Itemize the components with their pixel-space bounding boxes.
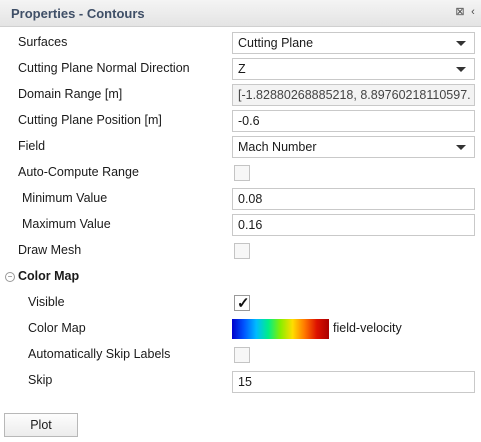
surfaces-label: Surfaces — [18, 35, 68, 49]
skip-labels-checkbox[interactable] — [234, 347, 250, 363]
row-skip-labels: Automatically Skip Labels — [0, 342, 481, 368]
panel-title-bar: Properties - Contours ⊠ ‹ — [0, 0, 481, 27]
skip-labels-label: Automatically Skip Labels — [28, 347, 171, 361]
row-minimum-value: Minimum Value 0.08 — [0, 186, 481, 212]
maximum-value-text: 0.16 — [238, 218, 263, 232]
minimum-value-input[interactable]: 0.08 — [232, 188, 475, 210]
plane-position-value: -0.6 — [238, 114, 260, 128]
draw-mesh-label: Draw Mesh — [18, 243, 82, 257]
maximum-value-input[interactable]: 0.16 — [232, 214, 475, 236]
plane-position-label: Cutting Plane Position [m] — [18, 113, 162, 127]
surfaces-value: Cutting Plane — [238, 36, 314, 50]
skip-label: Skip — [28, 373, 53, 387]
visible-label: Visible — [28, 295, 65, 309]
domain-range-label: Domain Range [m] — [18, 87, 123, 101]
color-map-label: Color Map — [28, 321, 86, 335]
field-dropdown[interactable]: Mach Number — [232, 136, 475, 158]
field-label: Field — [18, 139, 46, 153]
auto-compute-label: Auto-Compute Range — [18, 165, 139, 179]
row-visible: Visible ✓ — [0, 290, 481, 316]
chevron-down-icon — [456, 67, 466, 72]
row-plane-position: Cutting Plane Position [m] -0.6 — [0, 108, 481, 134]
domain-range-field: [-1.82880268885218, 8.89760218110597... — [232, 84, 475, 106]
normal-direction-label: Cutting Plane Normal Direction — [18, 61, 190, 75]
plane-position-input[interactable]: -0.6 — [232, 110, 475, 132]
row-auto-compute: Auto-Compute Range — [0, 160, 481, 186]
normal-direction-value: Z — [238, 62, 246, 76]
field-value: Mach Number — [238, 140, 317, 154]
draw-mesh-checkbox[interactable] — [234, 243, 250, 259]
minimum-value-label: Minimum Value — [22, 191, 108, 205]
collapse-arrow-icon[interactable]: ‹ — [467, 6, 479, 18]
collapse-section-icon[interactable]: − — [5, 272, 15, 282]
maximum-value-label: Maximum Value — [22, 217, 111, 231]
color-map-section-header[interactable]: − Color Map — [0, 264, 481, 290]
row-surfaces: Surfaces Cutting Plane — [0, 30, 481, 56]
minimum-value-text: 0.08 — [238, 192, 263, 206]
chevron-down-icon — [456, 145, 466, 150]
row-skip: Skip 15 — [0, 368, 481, 394]
properties-panel: Properties - Contours ⊠ ‹ Surfaces Cutti… — [0, 0, 481, 442]
visible-checkbox[interactable]: ✓ — [234, 295, 250, 312]
row-draw-mesh: Draw Mesh — [0, 238, 481, 264]
plot-button[interactable]: Plot — [4, 413, 78, 437]
row-normal-direction: Cutting Plane Normal Direction Z — [0, 56, 481, 82]
row-domain-range: Domain Range [m] [-1.82880268885218, 8.8… — [0, 82, 481, 108]
color-map-section-title: Color Map — [18, 269, 80, 283]
normal-direction-dropdown[interactable]: Z — [232, 58, 475, 80]
color-map-name: field-velocity — [333, 321, 402, 335]
chevron-down-icon — [456, 41, 466, 46]
checkmark-icon: ✓ — [237, 295, 250, 312]
row-field: Field Mach Number — [0, 134, 481, 160]
surfaces-dropdown[interactable]: Cutting Plane — [232, 32, 475, 54]
skip-input[interactable]: 15 — [232, 371, 475, 393]
domain-range-value: [-1.82880268885218, 8.89760218110597... — [238, 88, 470, 102]
row-color-map: Color Map field-velocity — [0, 316, 481, 342]
panel-title: Properties - Contours — [11, 6, 145, 21]
pin-icon[interactable]: ⊠ — [454, 6, 466, 18]
color-map-gradient-swatch[interactable] — [232, 319, 329, 339]
auto-compute-checkbox[interactable] — [234, 165, 250, 181]
skip-value: 15 — [238, 375, 252, 389]
row-maximum-value: Maximum Value 0.16 — [0, 212, 481, 238]
